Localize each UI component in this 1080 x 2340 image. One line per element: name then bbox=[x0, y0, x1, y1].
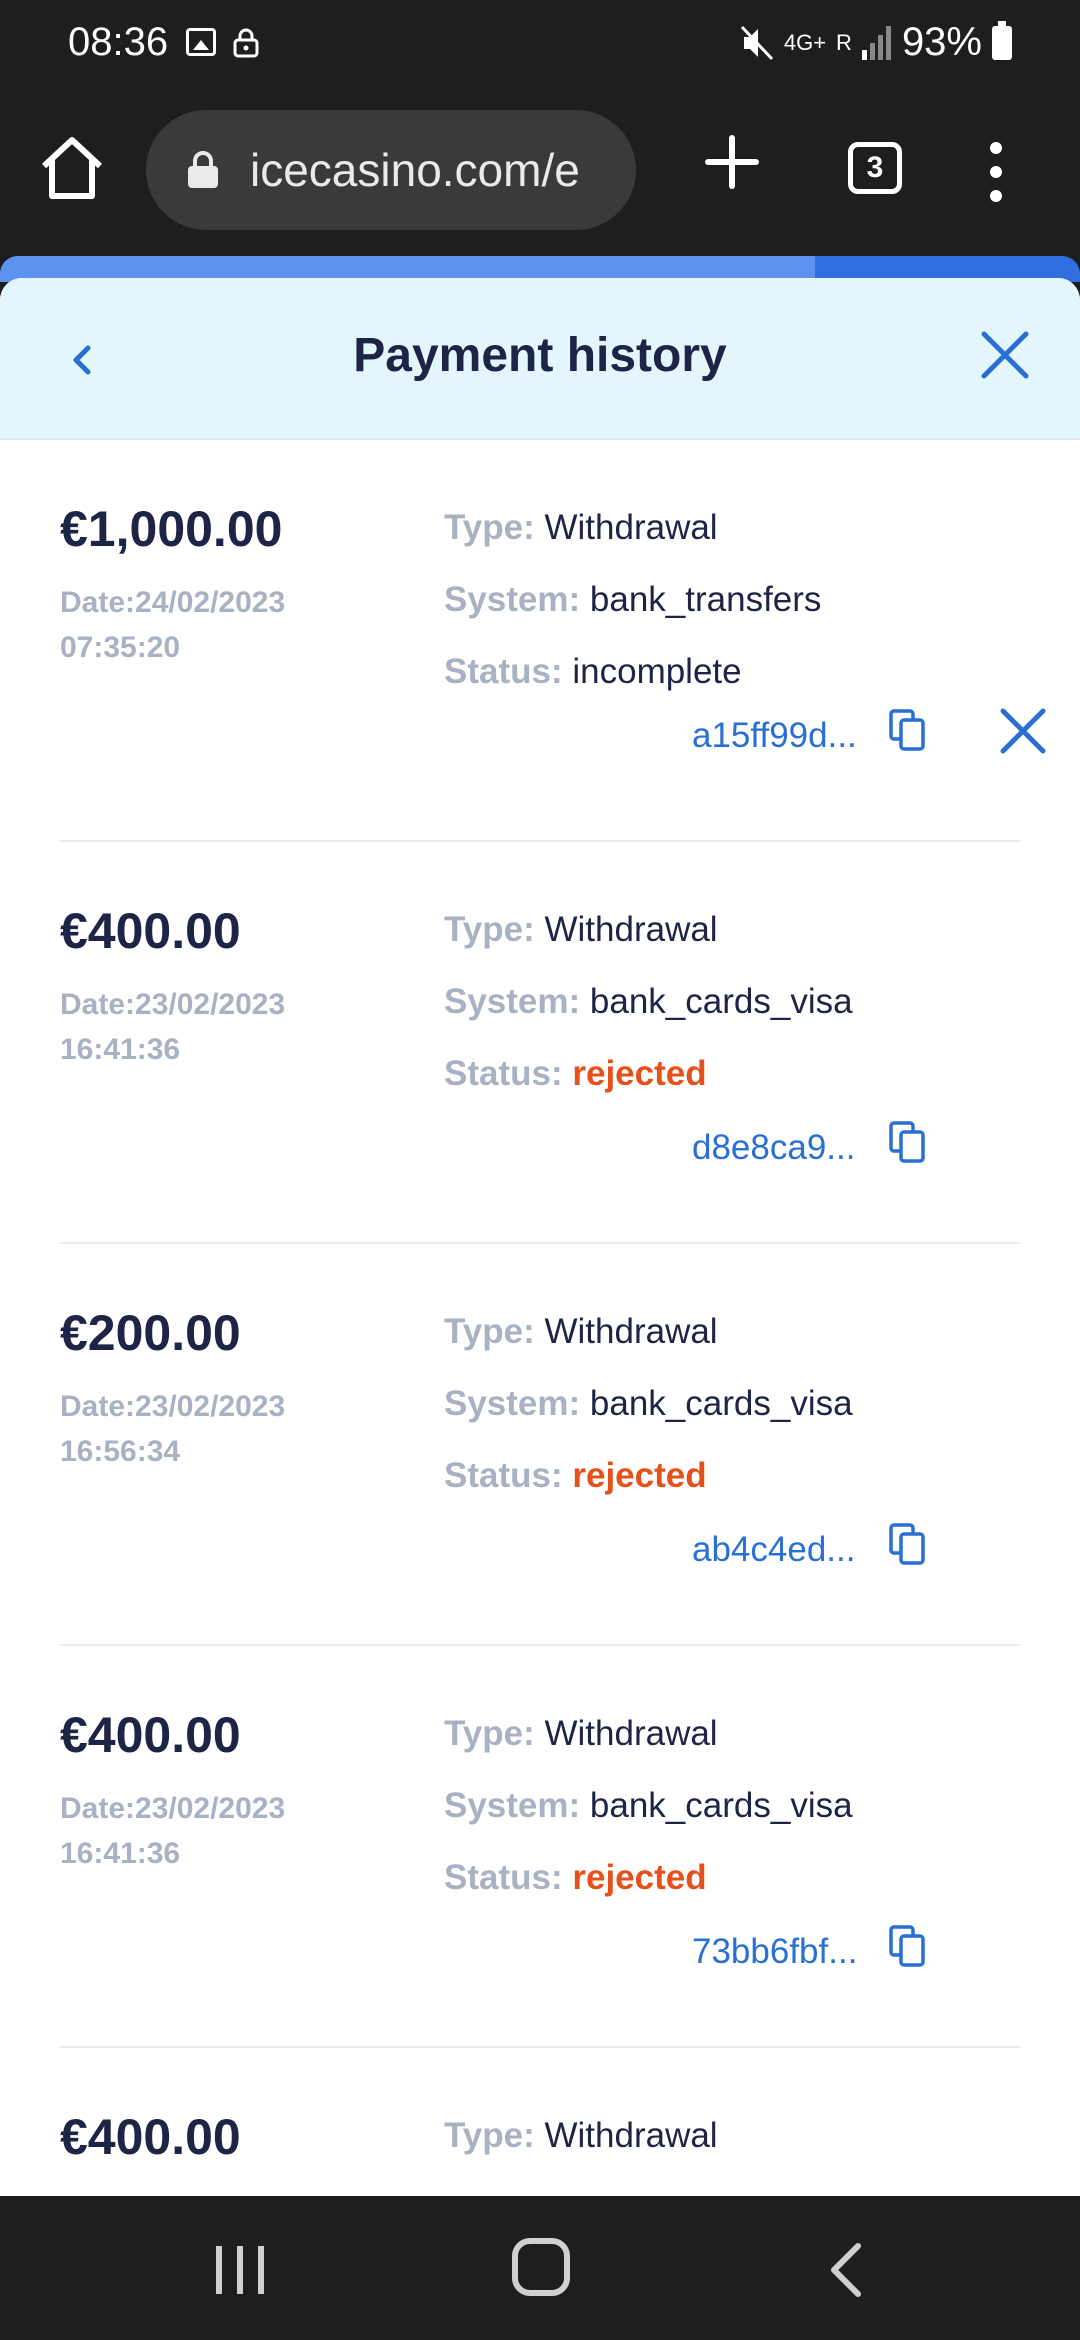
transaction-details: Type: Withdrawal bbox=[444, 2100, 718, 2172]
transaction-date-line: Date:23/02/2023 bbox=[60, 1792, 286, 1825]
transaction-id[interactable]: a15ff99d... bbox=[692, 716, 857, 756]
transaction-date-line: Date:23/02/2023 bbox=[60, 1390, 286, 1423]
transaction-id[interactable]: ab4c4ed... bbox=[692, 1530, 855, 1570]
system-value: bank_transfers bbox=[589, 580, 822, 619]
transaction-time-line: 16:56:34 bbox=[60, 1435, 181, 1468]
transaction-amount: €400.00 bbox=[60, 1707, 241, 1763]
signal-icon bbox=[861, 25, 891, 60]
home-nav-icon[interactable] bbox=[512, 2238, 570, 2296]
modal-header: Payment history bbox=[0, 278, 1080, 440]
transaction-id[interactable]: 73bb6fbf... bbox=[692, 1932, 857, 1972]
payment-history-modal: Payment history €1,000.00 Date:24/02/202… bbox=[0, 278, 1080, 2196]
status-label: Status: bbox=[444, 1456, 563, 1495]
url-text: icecasino.com/e bbox=[250, 144, 580, 196]
copy-icon[interactable] bbox=[888, 708, 928, 752]
transaction-row: €200.00 Date:23/02/2023 16:56:34 Type: W… bbox=[60, 1244, 1020, 1646]
secure-lock-icon bbox=[188, 151, 218, 188]
system-value: bank_cards_visa bbox=[589, 1384, 853, 1423]
new-tab-icon[interactable] bbox=[702, 132, 762, 192]
transaction-row: €400.00 Date:23/02/2023 16:41:36 Type: W… bbox=[60, 842, 1020, 1244]
type-label: Type: bbox=[444, 508, 535, 547]
browser-toolbar: icecasino.com/e 3 bbox=[0, 90, 1080, 258]
status-bar: 08:36 4G+ R 93% bbox=[0, 0, 1080, 90]
transaction-amount: €200.00 bbox=[60, 1305, 241, 1361]
transaction-row: €400.00 Type: Withdrawal bbox=[60, 2048, 1020, 2196]
transaction-amount: €400.00 bbox=[60, 903, 241, 959]
mute-icon bbox=[740, 25, 773, 60]
transaction-amount: €1,000.00 bbox=[60, 501, 283, 557]
status-label: Status: bbox=[444, 652, 563, 691]
type-value: Withdrawal bbox=[544, 1714, 718, 1753]
status-label: Status: bbox=[444, 1858, 563, 1897]
battery-icon bbox=[992, 20, 1012, 60]
system-label: System: bbox=[444, 982, 581, 1021]
type-label: Type: bbox=[444, 910, 535, 949]
transaction-row: €1,000.00 Date:24/02/2023 07:35:20 Type:… bbox=[60, 440, 1046, 842]
back-nav-icon[interactable] bbox=[826, 2240, 866, 2300]
status-value: rejected bbox=[572, 1054, 707, 1093]
transaction-date-line: Date:24/02/2023 bbox=[60, 586, 286, 619]
copy-icon[interactable] bbox=[888, 1924, 928, 1968]
system-navigation-bar bbox=[0, 2196, 1080, 2340]
more-menu-icon[interactable] bbox=[988, 142, 1004, 202]
transaction-time-line: 07:35:20 bbox=[60, 631, 181, 664]
transaction-details: Type: Withdrawal System: bank_cards_visa… bbox=[444, 1698, 853, 1914]
transaction-details: Type: Withdrawal System: bank_cards_visa… bbox=[444, 1296, 853, 1512]
transaction-time-line: 16:41:36 bbox=[60, 1837, 181, 1870]
copy-icon[interactable] bbox=[888, 1120, 928, 1164]
status-value: rejected bbox=[572, 1456, 707, 1495]
transaction-date-line: Date:23/02/2023 bbox=[60, 988, 286, 1021]
transaction-details: Type: Withdrawal System: bank_transfers … bbox=[444, 492, 821, 708]
type-value: Withdrawal bbox=[544, 2116, 718, 2155]
type-value: Withdrawal bbox=[544, 508, 718, 547]
copy-icon[interactable] bbox=[888, 1522, 928, 1566]
battery-percent: 93% bbox=[901, 20, 982, 64]
system-label: System: bbox=[444, 1384, 581, 1423]
transaction-list: €1,000.00 Date:24/02/2023 07:35:20 Type:… bbox=[0, 440, 1080, 2196]
home-icon[interactable] bbox=[36, 132, 108, 204]
type-value: Withdrawal bbox=[544, 1312, 718, 1351]
transaction-date: Date:23/02/2023 16:41:36 bbox=[60, 982, 350, 1072]
address-bar[interactable]: icecasino.com/e bbox=[146, 110, 636, 230]
status-label: Status: bbox=[444, 1054, 563, 1093]
transaction-row: €400.00 Date:23/02/2023 16:41:36 Type: W… bbox=[60, 1646, 1020, 2048]
transaction-amount: €400.00 bbox=[60, 2109, 241, 2165]
roaming-indicator: R bbox=[836, 29, 852, 55]
system-label: System: bbox=[444, 1786, 581, 1825]
status-value: rejected bbox=[572, 1858, 707, 1897]
cancel-transaction-icon[interactable] bbox=[998, 706, 1048, 756]
type-label: Type: bbox=[444, 1312, 535, 1351]
modal-title: Payment history bbox=[353, 329, 727, 382]
status-right: 4G+ R 93% bbox=[740, 20, 1012, 65]
recent-apps-icon[interactable] bbox=[212, 2242, 268, 2298]
transaction-date: Date:23/02/2023 16:56:34 bbox=[60, 1384, 350, 1474]
network-type: 4G+ bbox=[783, 29, 827, 55]
transaction-time-line: 16:41:36 bbox=[60, 1033, 181, 1066]
transaction-date: Date:24/02/2023 07:35:20 bbox=[60, 580, 350, 670]
status-time: 08:36 bbox=[68, 20, 169, 64]
system-value: bank_cards_visa bbox=[589, 1786, 853, 1825]
transaction-id[interactable]: d8e8ca9... bbox=[692, 1128, 855, 1168]
lock-icon bbox=[233, 28, 259, 58]
type-value: Withdrawal bbox=[544, 910, 718, 949]
transaction-details: Type: Withdrawal System: bank_cards_visa… bbox=[444, 894, 853, 1110]
type-label: Type: bbox=[444, 2116, 535, 2155]
transaction-date: Date:23/02/2023 16:41:36 bbox=[60, 1786, 350, 1876]
tab-switcher-button[interactable]: 3 bbox=[848, 142, 902, 194]
image-icon bbox=[186, 28, 216, 56]
status-value: incomplete bbox=[572, 652, 742, 691]
system-label: System: bbox=[444, 580, 581, 619]
system-value: bank_cards_visa bbox=[589, 982, 853, 1021]
type-label: Type: bbox=[444, 1714, 535, 1753]
close-icon[interactable] bbox=[978, 328, 1032, 382]
